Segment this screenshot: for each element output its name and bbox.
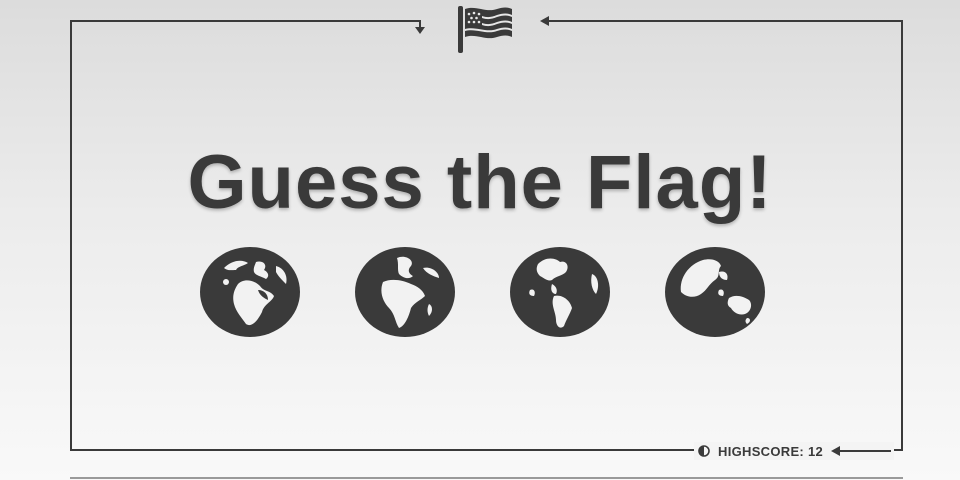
frame-top-left-line — [70, 20, 420, 22]
globe-americas-icon[interactable] — [508, 246, 612, 338]
flag-icon — [456, 4, 514, 54]
game-frame — [0, 0, 960, 480]
globe-asia-australia-icon[interactable] — [663, 246, 767, 338]
highscore-indicator: HIGHSCORE: 12 — [694, 442, 894, 460]
globe-africa-icon[interactable] — [353, 246, 457, 338]
frame-top-left-arrowhead — [415, 27, 425, 34]
highscore-label: HIGHSCORE: 12 — [718, 443, 824, 459]
frame-top-right-line — [548, 20, 903, 22]
frame-right-line — [901, 20, 903, 451]
game-title: Guess the Flag! — [187, 140, 773, 225]
half-circle-icon — [698, 445, 710, 457]
footer-line — [70, 477, 903, 479]
globe-europe-africa-icon[interactable] — [198, 246, 302, 338]
arrow-left-icon — [831, 446, 892, 456]
frame-left-line — [70, 20, 72, 451]
